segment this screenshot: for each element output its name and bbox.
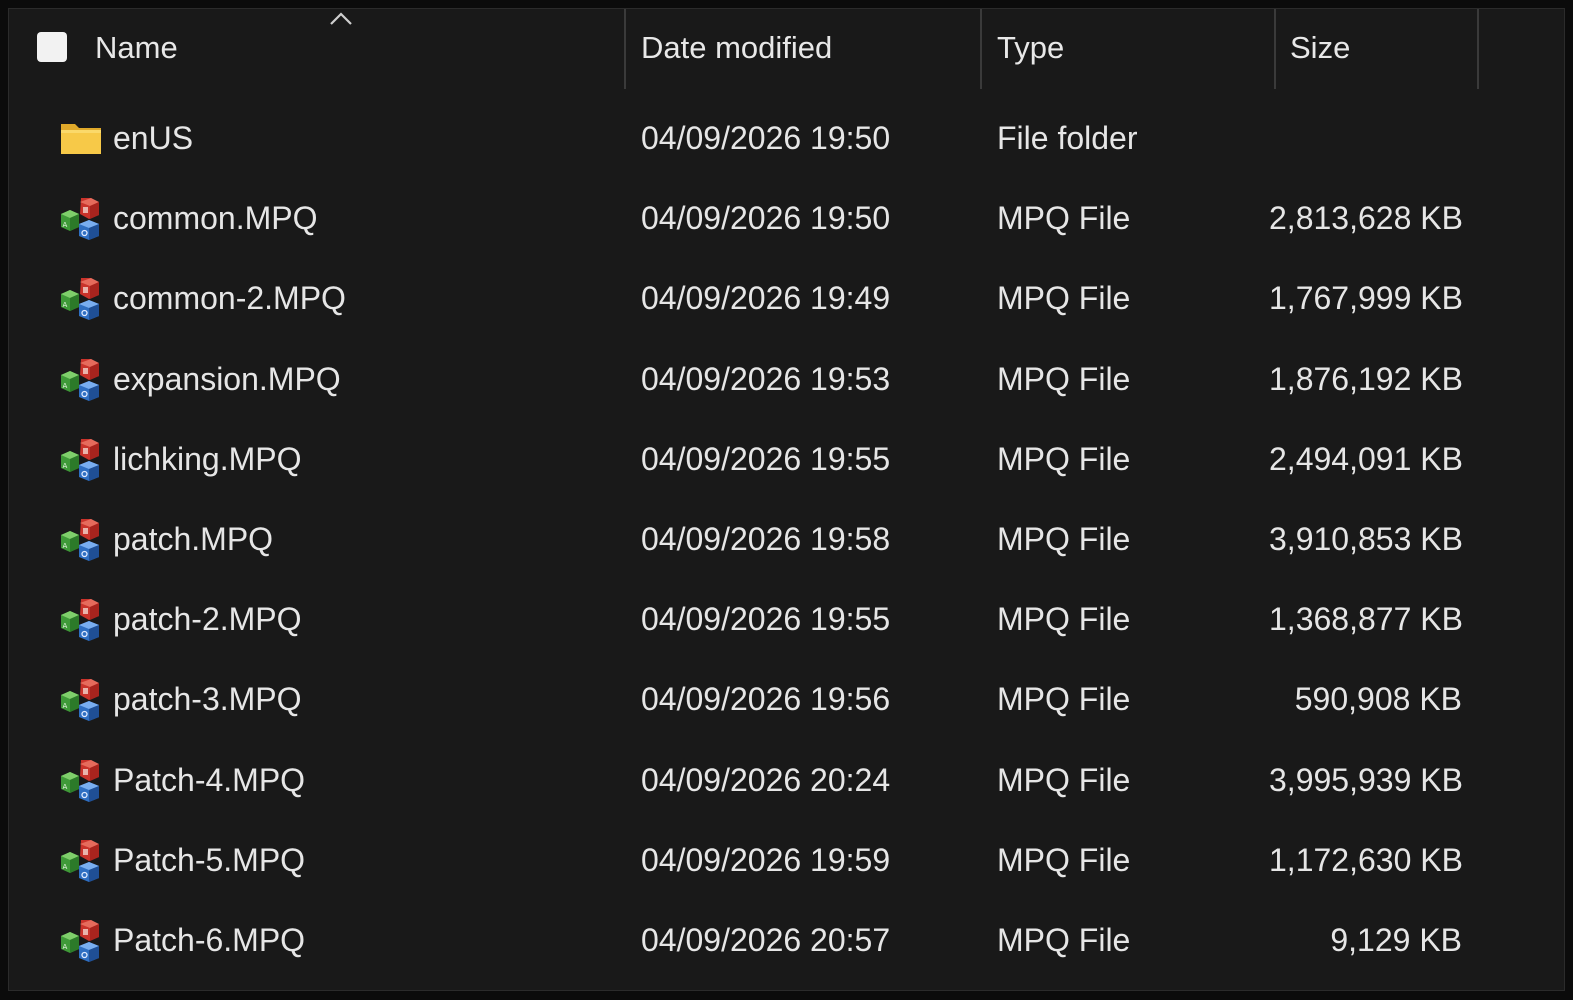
file-name: Patch-4.MPQ [113, 761, 306, 798]
svg-text:A: A [63, 542, 68, 550]
file-type: MPQ File [997, 601, 1131, 638]
file-row[interactable]: A patch.MPQ 04/09/2026 19:58 MPQ File 3,… [9, 499, 1564, 579]
file-size: 3,995,939 KB [1269, 761, 1463, 798]
file-type: MPQ File [997, 761, 1131, 798]
mpq-file-icon: A [59, 758, 103, 802]
svg-text:A: A [63, 301, 68, 309]
column-header-date-modified[interactable]: Date modified [641, 9, 971, 89]
file-name: patch-3.MPQ [113, 681, 302, 718]
file-row[interactable]: A patch-3.MPQ 04/09/2026 19:56 MPQ File … [9, 659, 1564, 739]
file-date-modified: 04/09/2026 19:58 [641, 520, 891, 557]
svg-text:A: A [63, 221, 68, 229]
column-header-size[interactable]: Size [1290, 9, 1470, 89]
mpq-file-icon: A [59, 437, 103, 481]
svg-text:A: A [63, 702, 68, 710]
file-row[interactable]: A Patch-6.MPQ 04/09/2026 20:57 MPQ File … [9, 900, 1564, 980]
file-row[interactable]: A expansion.MPQ 04/09/2026 19:53 MPQ Fil… [9, 339, 1564, 419]
mpq-file-icon: A [59, 677, 103, 722]
file-date-modified: 04/09/2026 19:53 [641, 360, 891, 397]
file-type: MPQ File [997, 841, 1131, 878]
file-row[interactable]: A Patch-5.MPQ 04/09/2026 19:59 MPQ File … [9, 820, 1564, 900]
svg-text:A: A [63, 863, 68, 871]
file-type: MPQ File [997, 440, 1131, 477]
file-date-modified: 04/09/2026 19:55 [641, 601, 891, 638]
file-name: common-2.MPQ [113, 280, 346, 317]
svg-text:A: A [63, 943, 68, 951]
column-divider[interactable] [1477, 9, 1479, 89]
file-size: 2,813,628 KB [1269, 200, 1463, 237]
file-type: File folder [997, 120, 1138, 156]
file-explorer-details-view: Name Date modified Type Size enUS 04/09/… [8, 8, 1565, 991]
file-name: Patch-5.MPQ [113, 841, 306, 878]
column-divider[interactable] [1274, 9, 1276, 89]
file-size: 1,368,877 KB [1269, 601, 1463, 638]
column-header-row: Name Date modified Type Size [9, 9, 1564, 89]
file-type: MPQ File [997, 520, 1131, 557]
mpq-file-icon: A [59, 918, 103, 962]
column-divider[interactable] [624, 9, 626, 89]
file-name: enUS [113, 120, 194, 156]
file-date-modified: 04/09/2026 19:55 [641, 440, 891, 477]
file-name: Patch-6.MPQ [113, 921, 306, 958]
mpq-file-icon: A [59, 196, 103, 241]
file-size: 2,494,091 KB [1269, 440, 1463, 477]
file-size: 1,767,999 KB [1269, 280, 1463, 317]
file-type: MPQ File [997, 681, 1131, 718]
file-type: MPQ File [997, 921, 1131, 958]
file-date-modified: 04/09/2026 20:24 [641, 761, 891, 798]
file-size: 1,876,192 KB [1269, 360, 1463, 397]
file-date-modified: 04/09/2026 19:50 [641, 200, 891, 237]
file-row[interactable]: A Patch-4.MPQ 04/09/2026 20:24 MPQ File … [9, 740, 1564, 820]
svg-text:A: A [63, 462, 68, 470]
file-name: expansion.MPQ [113, 360, 341, 397]
column-header-name[interactable]: Name [95, 9, 615, 89]
mpq-file-icon: A [59, 517, 103, 561]
svg-text:A: A [63, 382, 68, 390]
svg-text:A: A [63, 622, 68, 630]
file-name: patch-2.MPQ [113, 601, 302, 638]
column-header-type[interactable]: Type [997, 9, 1267, 89]
file-date-modified: 04/09/2026 19:56 [641, 681, 891, 718]
mpq-file-icon: A [59, 838, 103, 882]
file-size: 9,129 KB [1330, 921, 1462, 958]
file-row[interactable]: A lichking.MPQ 04/09/2026 19:55 MPQ File… [9, 419, 1564, 499]
file-date-modified: 04/09/2026 19:50 [641, 120, 891, 156]
file-type: MPQ File [997, 200, 1131, 237]
svg-text:A: A [63, 783, 68, 791]
mpq-file-icon: A [59, 276, 103, 321]
file-type: MPQ File [997, 280, 1131, 317]
file-row[interactable]: A common-2.MPQ 04/09/2026 19:49 MPQ File… [9, 258, 1564, 338]
file-name: lichking.MPQ [113, 440, 302, 477]
file-row[interactable]: A patch-2.MPQ 04/09/2026 19:55 MPQ File … [9, 579, 1564, 659]
file-date-modified: 04/09/2026 20:57 [641, 921, 891, 958]
file-size [1269, 98, 1462, 178]
file-size: 1,172,630 KB [1269, 841, 1463, 878]
file-row[interactable]: enUS 04/09/2026 19:50 File folder [9, 98, 1564, 178]
mpq-file-icon: A [59, 357, 103, 401]
file-date-modified: 04/09/2026 19:59 [641, 841, 891, 878]
file-list: enUS 04/09/2026 19:50 File folder A comm… [9, 98, 1564, 980]
file-row[interactable]: A common.MPQ 04/09/2026 19:50 MPQ File 2… [9, 178, 1564, 258]
column-divider[interactable] [980, 9, 982, 89]
file-name: common.MPQ [113, 200, 318, 237]
select-all-checkbox[interactable] [37, 32, 67, 62]
file-size: 3,910,853 KB [1269, 520, 1463, 557]
file-date-modified: 04/09/2026 19:49 [641, 280, 891, 317]
file-size: 590,908 KB [1294, 681, 1462, 718]
mpq-file-icon: A [59, 597, 103, 642]
file-type: MPQ File [997, 360, 1131, 397]
folder-icon [59, 116, 103, 160]
file-name: patch.MPQ [113, 520, 274, 557]
